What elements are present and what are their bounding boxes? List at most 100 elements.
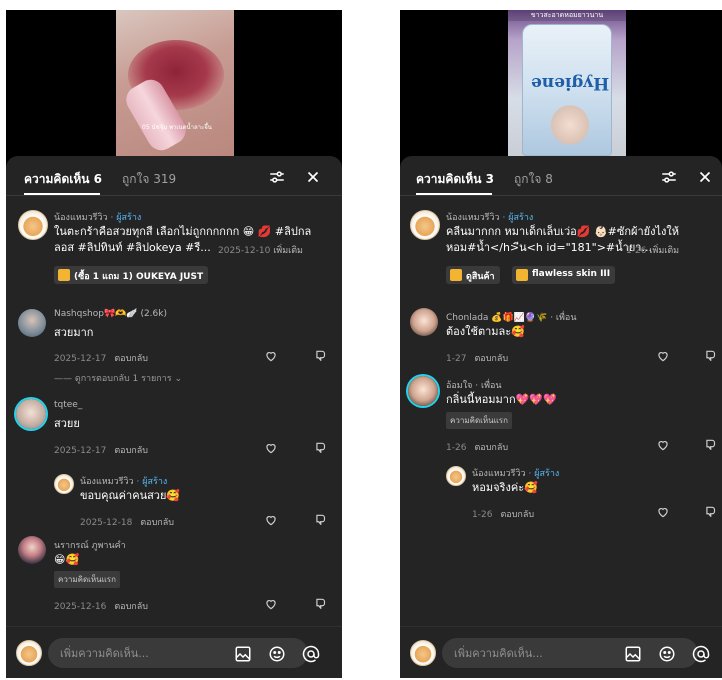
like-heart-icon[interactable]: [264, 349, 278, 363]
avatar[interactable]: [446, 466, 466, 486]
reply-button[interactable]: ตอบกลับ: [114, 446, 148, 456]
comment-text: ต้องใช้ตามละ🥰: [446, 325, 525, 338]
video-caption: 05 นัชจุ้ม พาเนตน้ำลาะจึ้น: [142, 124, 212, 131]
like-heart-icon[interactable]: [264, 513, 278, 527]
avatar[interactable]: [410, 210, 440, 240]
like-heart-icon[interactable]: [264, 441, 278, 455]
view-product-chip[interactable]: ดูสินค้า: [446, 266, 500, 284]
comment-meta: 2025-12-18 ตอบกลับ: [80, 518, 174, 528]
image-icon[interactable]: [624, 645, 642, 663]
first-comment-badge: ความคิดเห็นแรก: [54, 571, 120, 588]
shopping-bag-icon: [450, 269, 462, 281]
avatar[interactable]: [18, 210, 48, 240]
reply-button[interactable]: ตอบกลับ: [474, 354, 508, 364]
video-thumbnail[interactable]: 05 นัชจุ้ม พาเนตน้ำลาะจึ้น: [116, 10, 234, 158]
avatar[interactable]: [18, 309, 46, 337]
video-thumbnail[interactable]: ขาวสะอาดหอมยาวนาน Hygiene: [508, 10, 626, 158]
comment-meta: 1-27 ตอบกลับ: [446, 354, 509, 364]
product-chip[interactable]: flawless skin III: [512, 266, 616, 284]
tab-likes[interactable]: ถูกใจ 319: [122, 170, 176, 189]
comment-text: 😁🥰: [54, 553, 80, 566]
comment-text: ขอบคุณค่าคนสวย🥰: [80, 489, 181, 502]
avatar[interactable]: [410, 308, 438, 336]
comment-text: กลิ่นนี้หอมมาก💖💖💖: [446, 393, 557, 406]
active-tab-indicator: [416, 193, 492, 195]
dislike-icon[interactable]: [704, 349, 718, 363]
pouch-brand-text: Hygiene: [531, 73, 610, 93]
comment-meta: 1-26 ตอบกลับ: [446, 443, 509, 453]
close-icon[interactable]: [304, 168, 322, 186]
reply-button[interactable]: ตอบกลับ: [140, 518, 174, 528]
comment-input-bar: [400, 626, 722, 678]
comment-meta: 1-26 เพิ่มเติม: [626, 246, 680, 256]
active-tab-indicator: [24, 193, 100, 195]
comment-author[interactable]: อ้อมใจ · เพื่อน: [446, 378, 502, 392]
emoji-sticker-icon[interactable]: [658, 645, 676, 663]
avatar[interactable]: [54, 474, 74, 494]
like-heart-icon[interactable]: [656, 438, 670, 452]
dislike-icon[interactable]: [314, 349, 328, 363]
comments-sheet: ความคิดเห็น 3 ถูกใจ 8 น้องแหมวรีวิว · ผู…: [400, 156, 722, 678]
reply-button[interactable]: ตอบกลับ: [500, 510, 534, 520]
dislike-icon[interactable]: [704, 505, 718, 519]
comment-meta: 1-26 ตอบกลับ: [472, 510, 535, 520]
image-icon[interactable]: [234, 645, 252, 663]
comments-sheet: ความคิดเห็น 6 ถูกใจ 319 น้องแหมวรีวิว · …: [6, 156, 342, 678]
dislike-icon[interactable]: [314, 597, 328, 611]
mention-at-icon[interactable]: [692, 645, 710, 663]
product-thumbnail-icon: [516, 269, 528, 281]
tab-comments[interactable]: ความคิดเห็น 6: [24, 170, 102, 189]
user-avatar: [410, 640, 436, 666]
first-comment-badge: ความคิดเห็นแรก: [446, 412, 512, 429]
comment-author[interactable]: นรากรณ์ ภูพานคำ: [54, 538, 126, 552]
left-phone-screen: 05 นัชจุ้ม พาเนตน้ำลาะจึ้น ความคิดเห็น 6…: [6, 10, 342, 678]
reply-button[interactable]: ตอบกลับ: [474, 443, 508, 453]
avatar[interactable]: [18, 536, 46, 564]
filter-sliders-icon[interactable]: [660, 168, 678, 186]
like-heart-icon[interactable]: [656, 505, 670, 519]
reply-button[interactable]: ตอบกลับ: [114, 354, 148, 364]
dislike-icon[interactable]: [314, 513, 328, 527]
comment-author[interactable]: น้องแหมวรีวิว · ผู้สร้าง: [472, 466, 559, 480]
comment-text: สวยย: [54, 417, 80, 430]
comment-author[interactable]: น้องแหมวรีวิว · ผู้สร้าง: [446, 210, 533, 224]
comment-text-line-2: ลอส #ลิปทินท์ #ลิปokeya #รี...: [54, 241, 211, 254]
comment-meta: 2025-12-10 เพิ่มเติม: [218, 246, 303, 256]
comments-tabs: ความคิดเห็น 3 ถูกใจ 8: [400, 156, 722, 196]
comment-text: หอมจริงค่ะ🥰: [472, 481, 538, 494]
like-heart-icon[interactable]: [264, 597, 278, 611]
filter-sliders-icon[interactable]: [268, 168, 286, 186]
comments-tabs: ความคิดเห็น 6 ถูกใจ 319: [6, 156, 342, 196]
detergent-pouch-image: Hygiene: [522, 24, 612, 156]
comment-text-line-1: ในตะกร้าคือสวยทุกสี เลือกไม่ถูกกกกกก 😁 💋…: [54, 225, 312, 238]
avatar[interactable]: [408, 376, 438, 406]
like-heart-icon[interactable]: [656, 349, 670, 363]
avatar[interactable]: [16, 399, 46, 429]
reply-button[interactable]: ตอบกลับ: [114, 602, 148, 612]
comment-meta: 2025-12-17 ตอบกลับ: [54, 354, 148, 364]
product-chip[interactable]: (ซื้อ 1 แถม 1) OUKEYA JUST: [54, 266, 209, 284]
comment-meta: 2025-12-16 ตอบกลับ: [54, 602, 148, 612]
comment-author[interactable]: Nashqshop🎀🫶🪽 (2.6k): [54, 309, 167, 319]
view-replies-link[interactable]: —— ดูการตอบกลับ 1 รายการ ⌄: [54, 371, 182, 385]
dislike-icon[interactable]: [314, 441, 328, 455]
comment-meta: 2025-12-17 ตอบกลับ: [54, 446, 148, 456]
comment-text-line-1: คลีนมากกก หมาเด็กเล็บเว่อ💋 👶🏻#ซักผ้ายังไ…: [446, 225, 679, 238]
emoji-sticker-icon[interactable]: [268, 645, 286, 663]
see-more-link[interactable]: เพิ่มเติม: [273, 246, 303, 256]
close-icon[interactable]: [696, 168, 714, 186]
baby-image: [551, 105, 589, 145]
comment-author[interactable]: Chonlada 💰🎁📈🔮🌾 · เพื่อน: [446, 310, 576, 324]
see-more-link[interactable]: เพิ่มเติม: [649, 246, 679, 256]
tab-comments[interactable]: ความคิดเห็น 3: [416, 170, 494, 189]
comment-author[interactable]: น้องแหมวรีวิว · ผู้สร้าง: [80, 474, 167, 488]
user-avatar: [16, 640, 42, 666]
right-phone-screen: ขาวสะอาดหอมยาวนาน Hygiene ความคิดเห็น 3 …: [400, 10, 722, 678]
dislike-icon[interactable]: [704, 438, 718, 452]
tab-likes[interactable]: ถูกใจ 8: [514, 170, 553, 189]
mention-at-icon[interactable]: [302, 645, 320, 663]
shopping-bag-icon: [58, 269, 70, 281]
comment-text-line-2: หอม#น้ำ</h>ีน<h id="181">#น้ำยา...: [446, 241, 652, 254]
comment-author[interactable]: น้องแหมวรีวิว · ผู้สร้าง: [54, 210, 141, 224]
comment-author[interactable]: tqtee_: [54, 400, 82, 410]
